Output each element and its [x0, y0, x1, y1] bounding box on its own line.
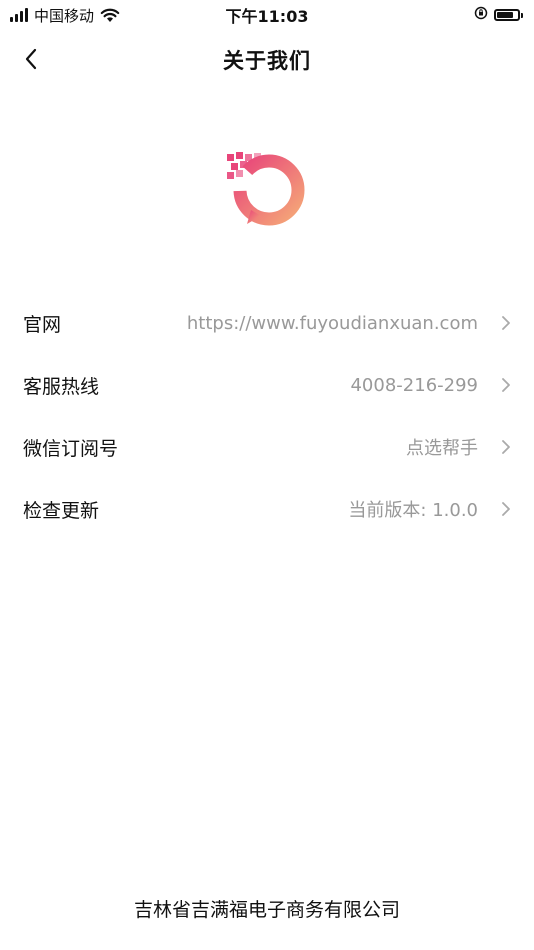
orientation-lock-icon: [474, 6, 488, 24]
row-label: 客服热线: [23, 375, 100, 398]
row-customer-hotline[interactable]: 客服热线 4008-216-299: [0, 354, 534, 416]
row-value: 当前版本: 1.0.0: [348, 500, 478, 521]
chevron-right-icon: [500, 500, 512, 518]
row-value: https://www.fuyoudianxuan.com: [186, 312, 478, 334]
status-left: 中国移动: [10, 5, 120, 26]
row-value: 4008-216-299: [350, 374, 478, 396]
status-time: 下午11:03: [225, 7, 309, 26]
page-title: 关于我们: [223, 49, 311, 73]
wifi-icon: [100, 8, 120, 23]
battery-icon: [494, 9, 523, 21]
row-label: 官网: [23, 313, 62, 336]
chevron-right-icon: [500, 376, 512, 394]
info-list: 官网 https://www.fuyoudianxuan.com 客服热线 40…: [0, 292, 534, 540]
app-logo-icon: [225, 148, 309, 232]
chevron-right-icon: [500, 438, 512, 456]
row-value: 点选帮手: [406, 438, 478, 459]
back-button[interactable]: [16, 44, 46, 74]
company-name: 吉林省吉满福电子商务有限公司: [133, 899, 400, 921]
carrier-name: 中国移动: [34, 6, 95, 25]
row-check-update[interactable]: 检查更新 当前版本: 1.0.0: [0, 478, 534, 540]
status-bar: 中国移动 下午11:03: [0, 0, 534, 30]
signal-strength-icon: [10, 8, 28, 22]
nav-bar: 关于我们: [0, 30, 534, 90]
row-wechat-account[interactable]: 微信订阅号 点选帮手: [0, 416, 534, 478]
row-label: 检查更新: [23, 499, 100, 522]
row-label: 微信订阅号: [23, 437, 119, 460]
chevron-right-icon: [500, 314, 512, 332]
chevron-left-icon: [25, 48, 37, 70]
row-official-website[interactable]: 官网 https://www.fuyoudianxuan.com: [0, 292, 534, 354]
status-right: [474, 6, 523, 24]
